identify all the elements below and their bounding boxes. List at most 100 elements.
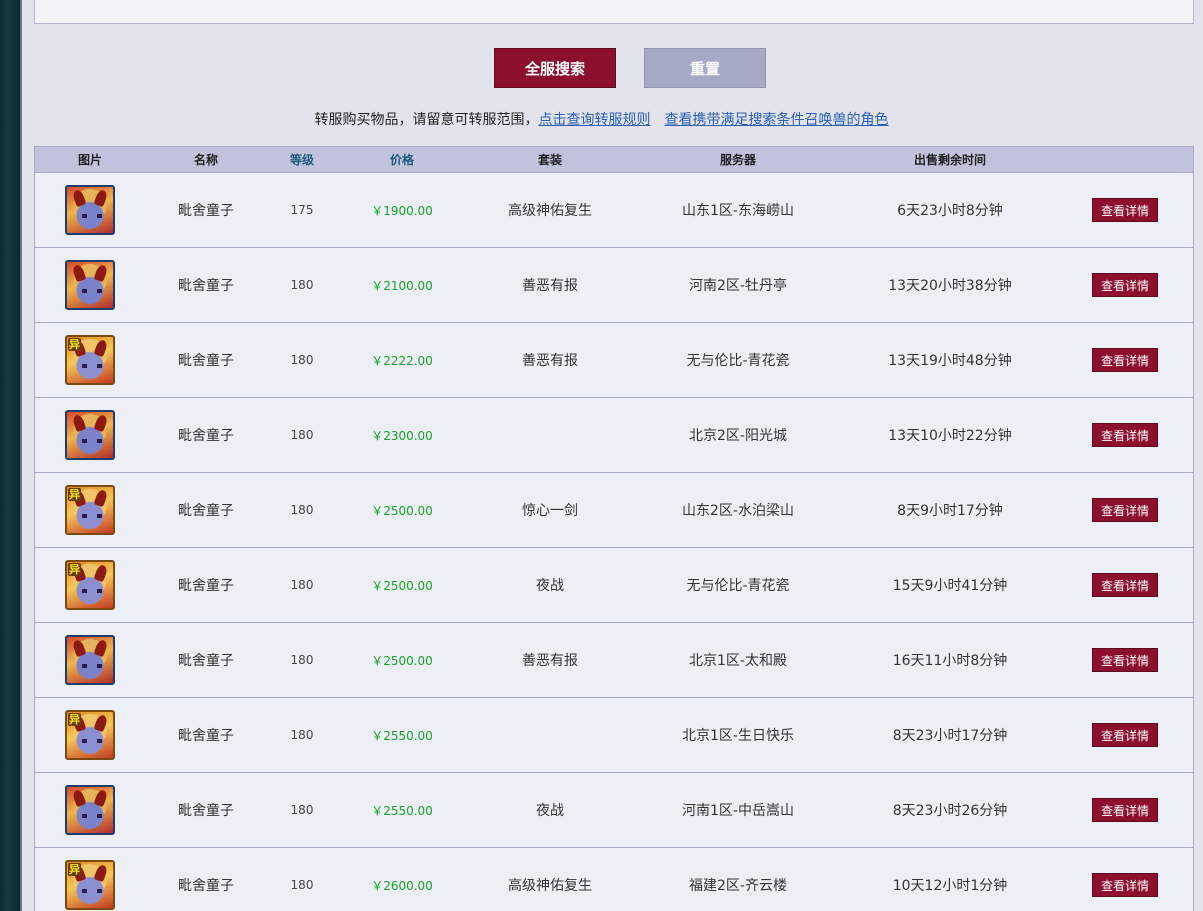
eyes-shape [82, 289, 102, 293]
left-border [0, 0, 22, 911]
view-details-button[interactable]: 查看详情 [1092, 873, 1158, 897]
table-header: 图片 名称 等级 价格 套装 服务器 出售剩余时间 [35, 146, 1193, 173]
pet-server: 北京2区-阳光城 [689, 428, 787, 444]
horn-shape [93, 188, 109, 208]
action-cell: 查看详情 [1057, 498, 1193, 522]
pet-level: 180 [290, 728, 314, 742]
horn-shape [93, 638, 109, 658]
pet-image-cell [35, 635, 145, 685]
horn-shape [93, 863, 109, 883]
pet-image-cell [35, 785, 145, 835]
pet-server: 北京1区-太和殿 [689, 653, 787, 669]
header-price-sort[interactable]: 价格 [337, 151, 467, 168]
pet-set: 惊心一剑 [522, 503, 578, 519]
horn-shape [71, 638, 87, 658]
time-remaining: 13天10小时22分钟 [888, 428, 1012, 444]
pet-server: 山东2区-水泊梁山 [682, 503, 794, 519]
pet-level: 180 [290, 653, 314, 667]
action-cell: 查看详情 [1057, 348, 1193, 372]
pet-server: 山东1区-东海崂山 [682, 203, 794, 219]
pet-name: 毗舍童子 [178, 653, 234, 669]
pet-level: 180 [290, 353, 314, 367]
pet-avatar-icon[interactable] [65, 785, 115, 835]
time-remaining: 8天23小时26分钟 [892, 803, 1008, 819]
view-details-button[interactable]: 查看详情 [1092, 198, 1158, 222]
pet-avatar-icon[interactable]: 异 [65, 560, 115, 610]
header-name: 名称 [193, 153, 218, 167]
pet-set: 善恶有报 [522, 653, 578, 669]
header-server: 服务器 [719, 153, 756, 167]
pet-name: 毗舍童子 [178, 203, 234, 219]
pet-server: 福建2区-齐云楼 [689, 878, 787, 894]
variant-badge: 异 [68, 713, 81, 726]
pet-avatar-icon[interactable] [65, 635, 115, 685]
pet-price: ￥2600.00 [371, 878, 433, 893]
view-details-button[interactable]: 查看详情 [1092, 423, 1158, 447]
pet-server: 无与伦比-青花瓷 [686, 353, 790, 369]
pet-price: ￥2100.00 [371, 278, 433, 293]
time-remaining: 6天23小时8分钟 [897, 203, 1003, 219]
notice-text: 转服购买物品，请留意可转服范围， [314, 112, 539, 128]
pet-avatar-icon[interactable]: 异 [65, 335, 115, 385]
pet-avatar-icon[interactable] [65, 410, 115, 460]
table-row: 异毗舍童子 180 ￥2222.00 善恶有报 无与伦比-青花瓷 13天19小时48分钟 查… [35, 323, 1193, 398]
pet-price: ￥2550.00 [371, 728, 433, 743]
pet-avatar-icon[interactable]: 异 [65, 710, 115, 760]
horn-shape [71, 413, 87, 433]
view-details-button[interactable]: 查看详情 [1092, 723, 1158, 747]
pet-level: 180 [290, 578, 314, 592]
action-cell: 查看详情 [1057, 573, 1193, 597]
table-row: 毗舍童子 180 ￥2100.00 善恶有报 河南2区-牡丹亭 13天20小时38分钟 查看… [35, 248, 1193, 323]
time-remaining: 8天9小时17分钟 [897, 503, 1003, 519]
pet-set: 夜战 [536, 803, 564, 819]
eyes-shape [82, 439, 102, 443]
pet-avatar-icon[interactable] [65, 185, 115, 235]
transfer-rules-link[interactable]: 点击查询转服规则 [539, 112, 651, 128]
view-roles-link[interactable]: 查看携带满足搜索条件召唤兽的角色 [665, 112, 889, 128]
pet-price: ￥2500.00 [371, 653, 433, 668]
pet-set: 夜战 [536, 578, 564, 594]
pet-name: 毗舍童子 [178, 503, 234, 519]
horn-shape [93, 788, 109, 808]
header-level-sort[interactable]: 等级 [267, 151, 337, 168]
pet-avatar-icon[interactable] [65, 260, 115, 310]
table-row: 毗舍童子 180 ￥2300.00 北京2区-阳光城 13天10小时22分钟 查看详情 [35, 398, 1193, 473]
eyes-shape [82, 664, 102, 668]
pet-server: 河南2区-牡丹亭 [689, 278, 787, 294]
view-details-button[interactable]: 查看详情 [1092, 648, 1158, 672]
view-details-button[interactable]: 查看详情 [1092, 273, 1158, 297]
pet-level: 180 [290, 503, 314, 517]
pet-name: 毗舍童子 [178, 578, 234, 594]
table-row: 异毗舍童子 180 ￥2500.00 夜战 无与伦比-青花瓷 15天9小时41分钟 查看详情 [35, 548, 1193, 623]
header-set: 套装 [537, 153, 562, 167]
action-cell: 查看详情 [1057, 423, 1193, 447]
horn-shape [71, 788, 87, 808]
action-cell: 查看详情 [1057, 723, 1193, 747]
view-details-button[interactable]: 查看详情 [1092, 348, 1158, 372]
reset-button[interactable]: 重置 [644, 48, 766, 88]
variant-badge: 异 [68, 863, 81, 876]
pet-set: 善恶有报 [522, 278, 578, 294]
eyes-shape [82, 589, 102, 593]
pet-avatar-icon[interactable]: 异 [65, 860, 115, 910]
time-remaining: 15天9小时41分钟 [892, 578, 1008, 594]
eyes-shape [82, 889, 102, 893]
view-details-button[interactable]: 查看详情 [1092, 573, 1158, 597]
pet-set: 高级神佑复生 [508, 203, 592, 219]
search-all-button[interactable]: 全服搜索 [494, 48, 616, 88]
pet-name: 毗舍童子 [178, 278, 234, 294]
table-row: 异毗舍童子 180 ￥2600.00 高级神佑复生 福建2区-齐云楼 10天12小时1分钟… [35, 848, 1193, 911]
search-button-row: 全服搜索 重置 [0, 48, 1203, 88]
view-details-button[interactable]: 查看详情 [1092, 798, 1158, 822]
search-filter-panel [34, 0, 1194, 24]
pet-avatar-icon[interactable]: 异 [65, 485, 115, 535]
action-cell: 查看详情 [1057, 198, 1193, 222]
horn-shape [93, 563, 109, 583]
pet-image-cell: 异 [35, 335, 145, 385]
pet-level: 180 [290, 278, 314, 292]
view-details-button[interactable]: 查看详情 [1092, 498, 1158, 522]
action-cell: 查看详情 [1057, 273, 1193, 297]
pet-name: 毗舍童子 [178, 353, 234, 369]
action-cell: 查看详情 [1057, 873, 1193, 897]
time-remaining: 16天11小时8分钟 [892, 653, 1008, 669]
